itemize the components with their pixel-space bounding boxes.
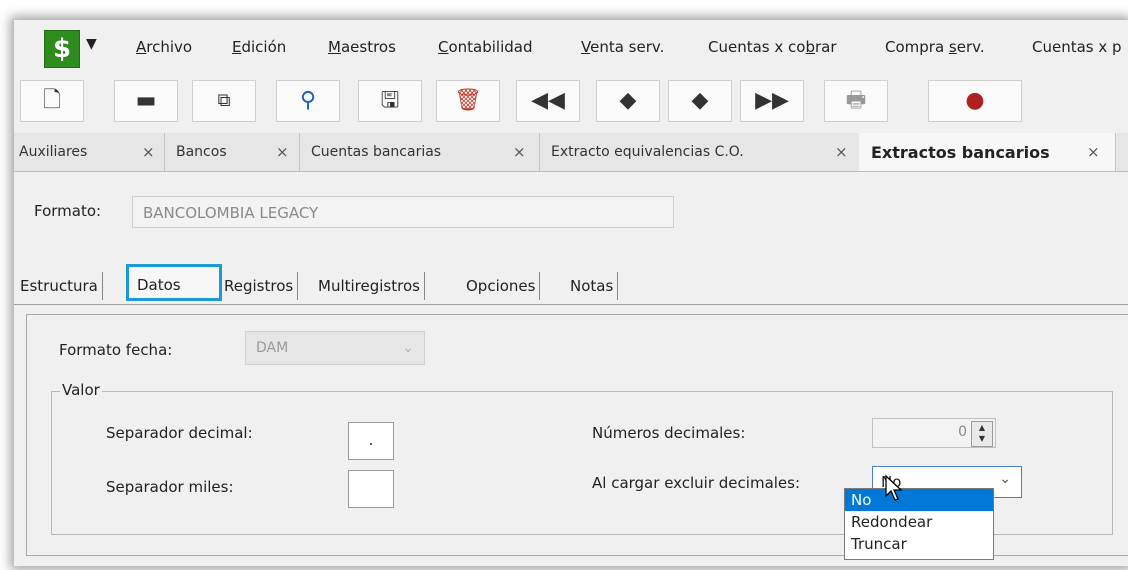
valor-group-title: Valor bbox=[60, 381, 102, 399]
separador-decimal-input[interactable]: . bbox=[348, 422, 394, 460]
search-button[interactable]: ⚲ bbox=[276, 80, 340, 122]
last-record-button[interactable]: ▶▶ bbox=[740, 80, 804, 122]
spin-updown-icon[interactable]: ▲ ▼ bbox=[971, 421, 993, 447]
doc-tab-label: Extractos bancarios bbox=[871, 142, 1050, 162]
close-icon[interactable]: × bbox=[835, 143, 848, 161]
chevron-down-icon: ⌄ bbox=[999, 471, 1011, 487]
first-record-icon: ◀◀ bbox=[531, 88, 565, 113]
doc-tab-label: Cuentas bancarias bbox=[311, 144, 442, 160]
help-button[interactable]: ● bbox=[928, 80, 1022, 122]
close-icon[interactable]: × bbox=[142, 143, 155, 161]
menu-archivo[interactable]: Archivo bbox=[136, 38, 192, 56]
menu-bar: $ ▼ Archivo Edición Maestros Contabilida… bbox=[14, 20, 1128, 78]
new-document-icon: 🗋 bbox=[43, 88, 61, 113]
next-record-button[interactable]: ◆ bbox=[668, 80, 732, 122]
formato-fecha-value: DAM bbox=[256, 340, 289, 356]
option-truncar[interactable]: Truncar bbox=[845, 533, 993, 555]
doc-tab-extracto-equivalencias[interactable]: Extracto equivalencias C.O. × bbox=[539, 133, 860, 171]
save-button[interactable]: 🖫 bbox=[358, 80, 422, 122]
delete-icon: 🗑 bbox=[454, 88, 482, 113]
doc-tab-extractos-bancarios[interactable]: Extractos bancarios × bbox=[859, 133, 1116, 171]
numeros-decimales-value: 0 bbox=[958, 424, 967, 440]
tab-multiregistros[interactable]: Multiregistros bbox=[318, 272, 425, 300]
next-record-icon: ◆ bbox=[691, 88, 709, 113]
separador-decimal-label: Separador decimal: bbox=[106, 424, 253, 442]
close-icon[interactable]: × bbox=[1087, 143, 1100, 161]
separador-miles-input[interactable] bbox=[348, 470, 394, 508]
numeros-decimales-label: Números decimales: bbox=[592, 424, 746, 442]
close-icon[interactable]: × bbox=[276, 143, 289, 161]
doc-tab-label: Auxiliares bbox=[19, 144, 88, 160]
mouse-cursor-icon bbox=[885, 474, 903, 501]
menu-edicion[interactable]: Edición bbox=[232, 38, 286, 56]
formato-field[interactable]: BANCOLOMBIA LEGACY bbox=[132, 196, 674, 228]
menu-maestros[interactable]: Maestros bbox=[328, 38, 396, 56]
tab-notas[interactable]: Notas bbox=[570, 272, 619, 300]
tab-opciones[interactable]: Opciones bbox=[466, 272, 541, 300]
close-icon[interactable]: × bbox=[513, 143, 526, 161]
separador-miles-label: Separador miles: bbox=[106, 478, 234, 496]
open-button[interactable]: ▬ bbox=[114, 80, 178, 122]
excluir-decimales-dropdown: No Redondear Truncar bbox=[844, 488, 994, 560]
help-icon: ● bbox=[965, 88, 985, 113]
tab-estructura[interactable]: Estructura bbox=[20, 272, 103, 300]
tab-datos[interactable]: Datos bbox=[126, 264, 222, 301]
menu-compra-serv[interactable]: Compra serv. bbox=[885, 38, 985, 56]
app-menu-dropdown-icon[interactable]: ▼ bbox=[86, 36, 97, 52]
previous-record-icon: ◆ bbox=[619, 88, 637, 113]
menu-cuentas-x-cobrar[interactable]: Cuentas x cobrar bbox=[708, 38, 837, 56]
open-folder-icon: ▬ bbox=[135, 88, 157, 113]
doc-tab-label: Bancos bbox=[176, 144, 227, 160]
doc-tab-cuentas-bancarias[interactable]: Cuentas bancarias × bbox=[299, 133, 540, 171]
option-no[interactable]: No bbox=[845, 489, 993, 511]
first-record-button[interactable]: ◀◀ bbox=[516, 80, 580, 122]
doc-tab-auxiliares[interactable]: Auxiliares × bbox=[14, 133, 165, 171]
delete-button[interactable]: 🗑 bbox=[436, 80, 500, 122]
print-button[interactable]: 🖶 bbox=[824, 80, 888, 122]
menu-cuentas-x-pagar[interactable]: Cuentas x p bbox=[1032, 38, 1122, 56]
excluir-decimales-label: Al cargar excluir decimales: bbox=[592, 474, 801, 492]
toolbar: 🗋 ▬ ⧉ ⚲ 🖫 🗑 ◀◀ ◆ ◆ ▶▶ 🖶 ● bbox=[14, 78, 1128, 130]
copy-button[interactable]: ⧉ bbox=[192, 80, 256, 122]
menu-contabilidad[interactable]: Contabilidad bbox=[438, 38, 533, 56]
search-icon: ⚲ bbox=[299, 88, 317, 113]
formato-fecha-select[interactable]: DAM ⌄ bbox=[245, 331, 425, 365]
previous-record-button[interactable]: ◆ bbox=[596, 80, 660, 122]
doc-tab-label: Extracto equivalencias C.O. bbox=[551, 144, 744, 160]
last-record-icon: ▶▶ bbox=[755, 88, 789, 113]
option-redondear[interactable]: Redondear bbox=[845, 511, 993, 533]
app-window: $ ▼ Archivo Edición Maestros Contabilida… bbox=[14, 20, 1128, 566]
doc-tab-bancos[interactable]: Bancos × bbox=[164, 133, 300, 171]
new-button[interactable]: 🗋 bbox=[20, 80, 84, 122]
menu-venta-serv[interactable]: Venta serv. bbox=[581, 38, 664, 56]
document-tabs: Auxiliares × Bancos × Cuentas bancarias … bbox=[14, 133, 1128, 172]
app-logo-icon[interactable]: $ bbox=[44, 30, 80, 68]
formato-fecha-label: Formato fecha: bbox=[59, 341, 173, 359]
print-icon: 🖶 bbox=[845, 88, 867, 113]
inner-tabs: Estructura Datos Registros Multiregistro… bbox=[14, 264, 1128, 305]
chevron-down-icon: ⌄ bbox=[402, 340, 414, 356]
numeros-decimales-stepper[interactable]: 0 ▲ ▼ bbox=[872, 418, 996, 448]
copy-icon: ⧉ bbox=[217, 90, 231, 111]
save-icon: 🖫 bbox=[380, 88, 400, 113]
tab-registros[interactable]: Registros bbox=[224, 272, 299, 300]
formato-label: Formato: bbox=[34, 202, 102, 220]
